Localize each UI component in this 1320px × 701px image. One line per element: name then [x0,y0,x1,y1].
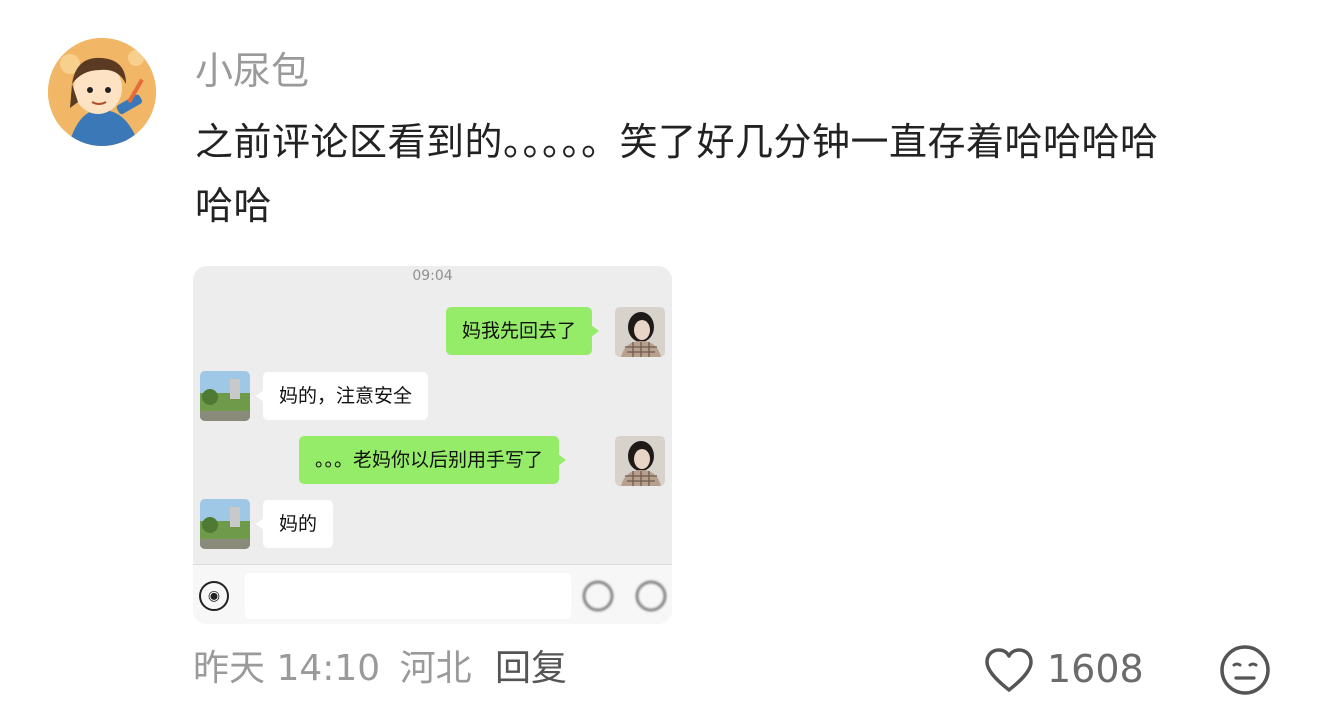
chat-timestamp: 09:04 [412,268,453,284]
like-count: 1608 [1047,647,1144,691]
chat-bubble-incoming: 妈的 [255,500,334,548]
voice-icon: ◉ [199,581,229,611]
chat-text-field [245,573,571,619]
reply-button[interactable]: 回复 [495,643,567,695]
attached-chat-screenshot[interactable]: 09:04 妈我先回去了 妈的，注意安全 。。。老妈你以后别用手写了 妈的 ◉ [193,266,672,624]
landscape-avatar-icon [200,371,250,421]
landscape-avatar-icon [200,499,250,549]
comment-text-line: 之前评论区看到的。。。。。笑了好几分钟一直存着哈哈哈哈 [195,120,1159,164]
user-avatar[interactable] [48,38,156,146]
girl-avatar-icon [615,436,665,486]
neutral-face-icon[interactable] [1219,644,1271,696]
girl-avatar-icon [615,307,665,357]
chat-bubble-outgoing: 。。。老妈你以后别用手写了 [299,436,567,484]
avatar-illustration [48,38,156,146]
sender-avatar [615,307,665,357]
plus-button-icon [636,581,666,611]
comment-text-line: 哈哈 [195,184,273,228]
chat-bubble-outgoing: 妈我先回去了 [446,307,600,355]
mom-avatar [200,499,250,549]
comment-location: 河北 [399,648,472,689]
emoji-button-icon [583,581,613,611]
mom-avatar [200,371,250,421]
heart-outline-icon[interactable] [983,647,1035,693]
comment-time: 昨天 14:10 [193,648,381,689]
sender-avatar [615,436,665,486]
chat-input-bar: ◉ [193,564,672,624]
comment-meta: 昨天 14:10 河北 [193,643,472,695]
chat-bubble-incoming: 妈的，注意安全 [255,372,429,420]
comment-text: 之前评论区看到的。。。。。笑了好几分钟一直存着哈哈哈哈 哈哈 [195,110,1285,238]
comment-item: 小尿包 之前评论区看到的。。。。。笑了好几分钟一直存着哈哈哈哈 哈哈 09:04… [0,0,1320,701]
username[interactable]: 小尿包 [195,46,309,96]
